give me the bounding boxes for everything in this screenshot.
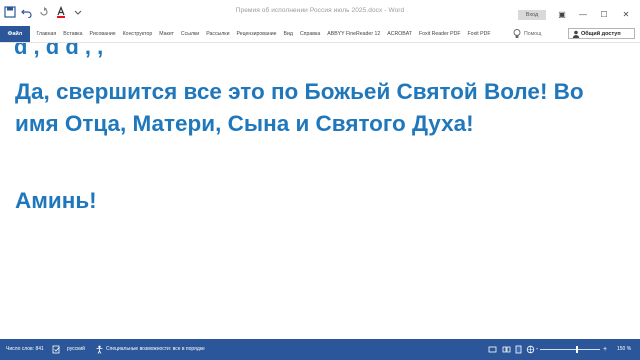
document-paragraph[interactable]: Да, свершится все это по Божьей Святой В… [15,76,615,140]
print-layout-icon[interactable] [514,345,523,354]
tab-acrobat[interactable]: ACROBAT [384,26,416,42]
language-indicator[interactable]: русский [67,339,85,360]
share-label: Общий доступ [581,31,621,37]
tab-file[interactable]: Файл [0,26,30,42]
zoom-level[interactable]: 150 % [617,339,631,360]
document-canvas[interactable]: ԁ , ԁ ԁ , , Да, свершится все это по Бож… [0,43,640,339]
ribbon-display-options-button[interactable]: ▣ [554,8,570,20]
zoom-slider-thumb[interactable] [576,346,578,353]
tab-references[interactable]: Ссылки [177,26,202,42]
lightbulb-icon[interactable] [513,29,521,39]
maximize-button[interactable]: ☐ [596,8,612,20]
tab-home[interactable]: Главная [33,26,60,42]
tell-me-search[interactable]: Помощ [524,29,541,39]
ribbon-tabs: Файл Главная Вставка Рисование Конструкт… [0,26,640,43]
tab-layout[interactable]: Макет [156,26,178,42]
ribbon-tab-list: Главная Вставка Рисование Конструктор Ма… [33,26,494,42]
focus-mode-icon[interactable] [488,345,497,354]
person-icon [572,30,580,38]
tab-help[interactable]: Справка [296,26,323,42]
tab-design[interactable]: Конструктор [119,26,156,42]
accessibility-status[interactable]: Специальные возможности: все в порядке [106,339,205,360]
minimize-button[interactable]: — [575,8,591,20]
proofing-icon[interactable] [52,345,61,354]
partially-visible-line: ԁ , ԁ ԁ , , [14,43,104,59]
status-bar: Число слов: 841 русский Специальные возм… [0,339,640,360]
tab-mailings[interactable]: Рассылки [203,26,233,42]
sign-in-button[interactable]: Вход [518,10,546,20]
tab-foxit-pdf[interactable]: Foxit PDF [464,26,494,42]
zoom-in-button[interactable]: + [603,339,607,360]
tab-insert[interactable]: Вставка [60,26,86,42]
read-mode-icon[interactable] [502,345,511,354]
tab-review[interactable]: Рецензирование [233,26,280,42]
tab-draw[interactable]: Рисование [86,26,119,42]
web-layout-icon[interactable] [526,345,535,354]
title-bar: Премия об исполнении Россия июль 2025.do… [0,0,640,26]
tab-foxit-reader[interactable]: Foxit Reader PDF [415,26,464,42]
tab-abbyy[interactable]: ABBYY FineReader 12 [324,26,384,42]
accessibility-icon[interactable] [95,345,104,354]
zoom-slider[interactable] [540,349,600,350]
zoom-out-button[interactable]: - [536,339,538,360]
document-amen[interactable]: Аминь! [15,188,97,214]
share-button[interactable]: Общий доступ [568,28,635,39]
tab-view[interactable]: Вид [280,26,296,42]
close-button[interactable]: ✕ [618,8,634,20]
word-count[interactable]: Число слов: 841 [6,339,44,360]
